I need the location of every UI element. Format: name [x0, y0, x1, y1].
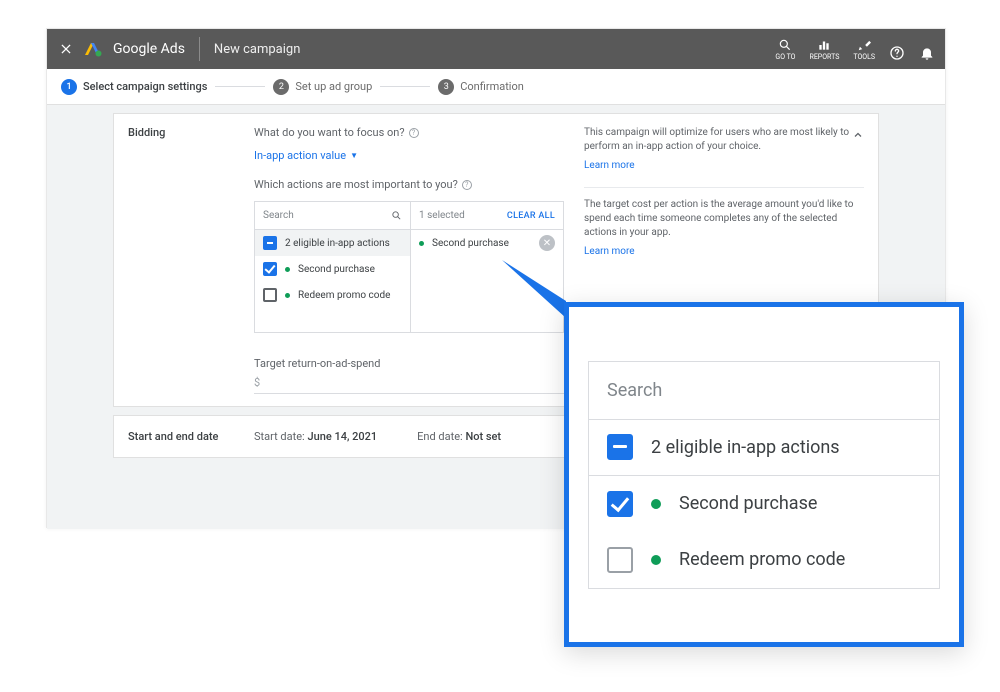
help-icon[interactable]: ?	[409, 128, 419, 138]
reports-tool[interactable]: REPORTS	[810, 38, 840, 61]
zoom-row-second-purchase[interactable]: Second purchase	[589, 476, 939, 532]
collapse-icon[interactable]	[852, 126, 864, 145]
clear-all-button[interactable]: CLEAR ALL	[507, 211, 555, 221]
help-icon[interactable]	[889, 45, 905, 61]
action-row-second-purchase[interactable]: Second purchase	[255, 256, 410, 282]
step-separator	[380, 86, 430, 87]
brand-title: Google Ads	[113, 41, 185, 57]
checkbox-unchecked[interactable]	[263, 288, 277, 302]
help-icon[interactable]: ?	[462, 180, 472, 190]
zoom-picker: Search 2 eligible in-app actions Second …	[588, 361, 940, 589]
close-icon[interactable]	[57, 40, 75, 58]
action-row-redeem-promo[interactable]: Redeem promo code	[255, 282, 410, 308]
top-bar: Google Ads New campaign GO TO REPORTS TO…	[47, 29, 945, 69]
notifications-icon[interactable]	[919, 45, 935, 61]
eligible-actions-header[interactable]: 2 eligible in-app actions	[255, 230, 410, 256]
status-dot-icon	[285, 293, 290, 298]
divider	[199, 37, 200, 61]
status-dot-icon	[285, 267, 290, 272]
top-right-tools: GO TO REPORTS TOOLS	[775, 38, 935, 61]
end-date: End date: Not set	[417, 430, 501, 443]
checkbox-indeterminate[interactable]	[263, 236, 277, 250]
actions-picker: Search 1 selected CLEAR ALL	[254, 201, 564, 333]
checkbox-indeterminate[interactable]	[607, 434, 633, 460]
selected-action-row: Second purchase ✕	[411, 230, 563, 256]
zoom-callout: Search 2 eligible in-app actions Second …	[564, 302, 964, 647]
checkbox-unchecked[interactable]	[607, 547, 633, 573]
checkbox-checked[interactable]	[263, 262, 277, 276]
status-dot-icon	[651, 555, 661, 565]
checkbox-checked[interactable]	[607, 491, 633, 517]
step-separator	[215, 86, 265, 87]
zoom-eligible-header[interactable]: 2 eligible in-app actions	[589, 420, 939, 476]
google-ads-logo-icon	[85, 40, 103, 58]
step-campaign-settings[interactable]: 1Select campaign settings	[61, 79, 207, 95]
zoom-row-redeem-promo[interactable]: Redeem promo code	[589, 532, 939, 588]
focus-question: What do you want to focus on?	[254, 126, 405, 139]
status-dot-icon	[651, 499, 661, 509]
reports-label: REPORTS	[810, 53, 840, 61]
actions-question: Which actions are most important to you?	[254, 178, 458, 191]
target-roas-input[interactable]: $	[254, 370, 564, 394]
page-subtitle: New campaign	[214, 42, 300, 57]
start-date: Start date: June 14, 2021	[254, 430, 377, 443]
bidding-section-title: Bidding	[128, 126, 234, 394]
tools-tool[interactable]: TOOLS	[853, 38, 875, 61]
campaign-stepper: 1Select campaign settings 2Set up ad gro…	[47, 69, 945, 105]
dates-section-title: Start and end date	[128, 430, 234, 443]
search-icon	[391, 210, 402, 221]
info-target-cpa: The target cost per action is the averag…	[584, 198, 864, 240]
tools-label: TOOLS	[853, 53, 875, 61]
remove-selected-icon[interactable]: ✕	[539, 235, 555, 251]
focus-dropdown[interactable]: In-app action value▼	[254, 149, 564, 162]
goto-label: GO TO	[775, 53, 795, 61]
selected-count: 1 selected	[419, 210, 465, 221]
target-roas-label: Target return-on-ad-spend	[254, 357, 564, 370]
divider	[584, 187, 864, 188]
search-tool[interactable]: GO TO	[775, 38, 795, 61]
learn-more-link[interactable]: Learn more	[584, 246, 635, 257]
status-dot-icon	[419, 241, 424, 246]
learn-more-link[interactable]: Learn more	[584, 160, 635, 171]
info-optimize: This campaign will optimize for users wh…	[584, 126, 864, 154]
zoom-search-header[interactable]: Search	[589, 362, 939, 420]
picker-search-header[interactable]: Search	[255, 202, 411, 229]
step-confirmation[interactable]: 3Confirmation	[438, 79, 524, 95]
step-ad-group[interactable]: 2Set up ad group	[273, 79, 372, 95]
